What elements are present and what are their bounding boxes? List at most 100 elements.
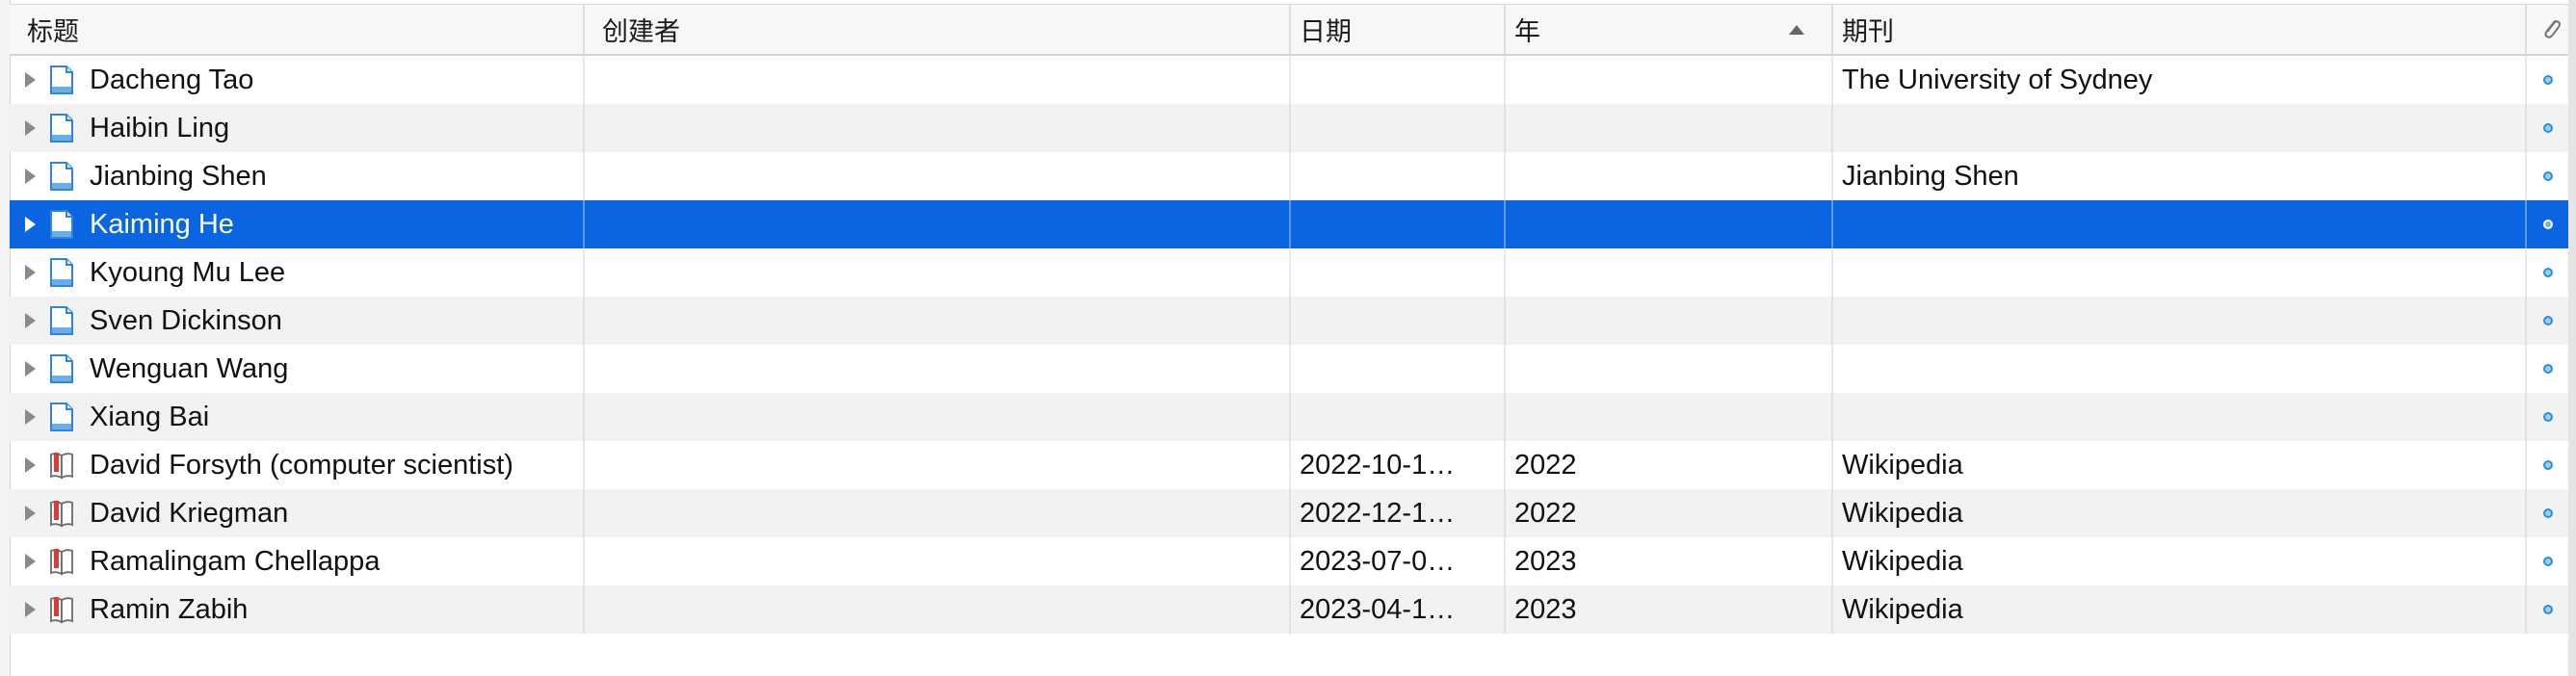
cell-year[interactable] [1506, 393, 1833, 441]
cell-attachment[interactable] [2527, 56, 2568, 104]
cell-year[interactable] [1506, 200, 1833, 248]
cell-title[interactable]: Kyoung Mu Lee [10, 248, 585, 297]
cell-attachment[interactable] [2527, 152, 2568, 200]
cell-creator[interactable] [585, 537, 1291, 585]
column-header-date[interactable]: 日期 [1291, 5, 1506, 54]
disclosure-triangle-icon[interactable] [25, 554, 36, 569]
cell-publication[interactable] [1833, 248, 2527, 297]
disclosure-triangle-icon[interactable] [25, 72, 36, 88]
cell-attachment[interactable] [2527, 585, 2568, 634]
cell-publication[interactable] [1833, 297, 2527, 345]
disclosure-triangle-icon[interactable] [25, 265, 36, 280]
cell-attachment[interactable] [2527, 200, 2568, 248]
attachment-dot-icon[interactable] [2542, 75, 2553, 85]
disclosure-triangle-icon[interactable] [25, 602, 36, 617]
cell-publication[interactable]: Wikipedia [1833, 537, 2527, 585]
cell-year[interactable] [1506, 104, 1833, 152]
attachment-dot-icon[interactable] [2542, 412, 2553, 422]
disclosure-triangle-icon[interactable] [25, 457, 36, 473]
cell-date[interactable] [1291, 393, 1506, 441]
cell-attachment[interactable] [2527, 104, 2568, 152]
table-row[interactable]: David Forsyth (computer scientist) 2022-1… [10, 441, 2568, 489]
cell-date[interactable]: 2023-07-0… [1291, 537, 1506, 585]
cell-publication[interactable] [1833, 345, 2527, 393]
cell-title[interactable]: David Kriegman [10, 489, 585, 537]
attachment-dot-icon[interactable] [2542, 364, 2553, 374]
cell-title[interactable]: Ramin Zabih [10, 585, 585, 634]
cell-date[interactable] [1291, 152, 1506, 200]
cell-creator[interactable] [585, 297, 1291, 345]
cell-creator[interactable] [585, 152, 1291, 200]
cell-attachment[interactable] [2527, 537, 2568, 585]
cell-creator[interactable] [585, 489, 1291, 537]
cell-title[interactable]: Dacheng Tao [10, 56, 585, 104]
cell-attachment[interactable] [2527, 489, 2568, 537]
cell-date[interactable] [1291, 248, 1506, 297]
cell-year[interactable] [1506, 345, 1833, 393]
cell-creator[interactable] [585, 441, 1291, 489]
cell-attachment[interactable] [2527, 393, 2568, 441]
disclosure-triangle-icon[interactable] [25, 169, 36, 184]
cell-attachment[interactable] [2527, 297, 2568, 345]
cell-publication[interactable] [1833, 104, 2527, 152]
cell-title[interactable]: Wenguan Wang [10, 345, 585, 393]
cell-creator[interactable] [585, 200, 1291, 248]
cell-year[interactable] [1506, 56, 1833, 104]
disclosure-triangle-icon[interactable] [25, 217, 36, 232]
vertical-scrollbar[interactable] [2568, 0, 2576, 676]
table-row[interactable]: Xiang Bai [10, 393, 2568, 441]
cell-publication[interactable]: Wikipedia [1833, 489, 2527, 537]
cell-publication[interactable] [1833, 200, 2527, 248]
disclosure-triangle-icon[interactable] [25, 313, 36, 328]
cell-date[interactable] [1291, 297, 1506, 345]
table-row[interactable]: Haibin Ling [10, 104, 2568, 152]
attachment-dot-icon[interactable] [2542, 557, 2553, 566]
attachment-dot-icon[interactable] [2542, 268, 2553, 277]
cell-creator[interactable] [585, 56, 1291, 104]
cell-publication[interactable]: Wikipedia [1833, 441, 2527, 489]
column-header-creator[interactable]: 创建者 [585, 5, 1291, 54]
cell-date[interactable] [1291, 56, 1506, 104]
cell-creator[interactable] [585, 393, 1291, 441]
cell-year[interactable]: 2022 [1506, 441, 1833, 489]
cell-year[interactable]: 2023 [1506, 537, 1833, 585]
table-row[interactable]: Kyoung Mu Lee [10, 248, 2568, 297]
cell-title[interactable]: Xiang Bai [10, 393, 585, 441]
cell-attachment[interactable] [2527, 248, 2568, 297]
disclosure-triangle-icon[interactable] [25, 506, 36, 521]
attachment-dot-icon[interactable] [2542, 460, 2553, 470]
cell-date[interactable]: 2022-12-1… [1291, 489, 1506, 537]
cell-publication[interactable]: Wikipedia [1833, 585, 2527, 634]
table-row[interactable]: Sven Dickinson [10, 297, 2568, 345]
cell-title[interactable]: Ramalingam Chellappa [10, 537, 585, 585]
attachment-dot-icon[interactable] [2542, 316, 2553, 325]
cell-year[interactable]: 2022 [1506, 489, 1833, 537]
cell-attachment[interactable] [2527, 441, 2568, 489]
cell-title[interactable]: Jianbing Shen [10, 152, 585, 200]
column-header-attachments[interactable] [2527, 5, 2568, 54]
table-row[interactable]: Ramalingam Chellappa 2023-07-0… 2023 Wikipe… [10, 537, 2568, 585]
cell-title[interactable]: Sven Dickinson [10, 297, 585, 345]
cell-date[interactable] [1291, 345, 1506, 393]
cell-date[interactable] [1291, 200, 1506, 248]
cell-title[interactable]: David Forsyth (computer scientist) [10, 441, 585, 489]
cell-title[interactable]: Haibin Ling [10, 104, 585, 152]
disclosure-triangle-icon[interactable] [25, 120, 36, 136]
cell-year[interactable] [1506, 297, 1833, 345]
disclosure-triangle-icon[interactable] [25, 409, 36, 425]
table-row[interactable]: Wenguan Wang [10, 345, 2568, 393]
cell-year[interactable] [1506, 152, 1833, 200]
cell-publication[interactable]: Jianbing Shen [1833, 152, 2527, 200]
cell-creator[interactable] [585, 345, 1291, 393]
cell-year[interactable]: 2023 [1506, 585, 1833, 634]
cell-title[interactable]: Kaiming He [10, 200, 585, 248]
column-header-publication[interactable]: 期刊 [1833, 5, 2527, 54]
column-header-year[interactable]: 年 [1506, 5, 1833, 54]
attachment-dot-icon[interactable] [2542, 508, 2553, 518]
cell-date[interactable]: 2022-10-1… [1291, 441, 1506, 489]
cell-creator[interactable] [585, 104, 1291, 152]
cell-date[interactable] [1291, 104, 1506, 152]
attachment-dot-icon[interactable] [2542, 605, 2553, 614]
cell-attachment[interactable] [2527, 345, 2568, 393]
table-row[interactable]: Dacheng Tao The University of Sydney [10, 56, 2568, 104]
